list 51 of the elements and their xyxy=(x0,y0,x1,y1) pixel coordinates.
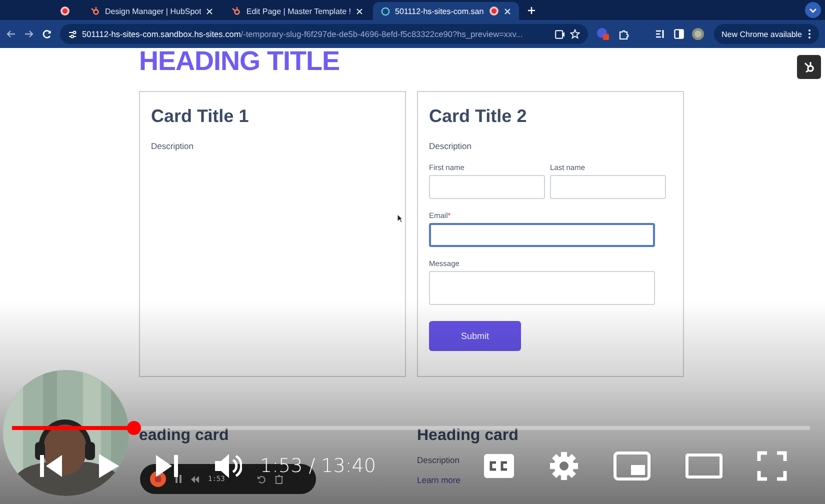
trash-icon[interactable] xyxy=(274,474,283,484)
page-heading: HEADING TITLE xyxy=(139,48,340,74)
close-icon[interactable] xyxy=(504,8,511,14)
close-icon[interactable] xyxy=(356,8,364,14)
captions-icon[interactable] xyxy=(483,453,515,479)
update-button[interactable]: New Chrome available xyxy=(714,24,819,44)
side-panel-icon[interactable] xyxy=(674,29,684,39)
star-icon[interactable] xyxy=(570,29,580,39)
card-description: Description xyxy=(417,455,461,465)
input-field[interactable] xyxy=(429,223,655,247)
submit-button[interactable]: Submit xyxy=(429,321,521,351)
card-description: Description xyxy=(429,141,473,151)
puzzle-icon[interactable] xyxy=(618,28,629,40)
settings-icon[interactable] xyxy=(549,451,579,481)
reading-list-icon[interactable] xyxy=(655,29,666,39)
previous-icon[interactable] xyxy=(38,453,64,479)
close-icon[interactable] xyxy=(206,8,214,14)
sprocket-icon xyxy=(231,6,242,16)
more-icon xyxy=(808,29,811,39)
tab-search-icon[interactable] xyxy=(805,2,821,18)
extension-icon[interactable] xyxy=(596,27,610,41)
miniplayer-icon[interactable] xyxy=(613,451,651,481)
sprocket-icon[interactable] xyxy=(797,55,821,79)
sprocket-icon xyxy=(90,6,100,16)
card-description: Description xyxy=(151,141,195,151)
card-title: Card Title 2 xyxy=(429,106,528,127)
theater-mode-icon[interactable] xyxy=(685,453,723,479)
undo-icon[interactable] xyxy=(256,474,266,484)
forward-icon[interactable] xyxy=(24,29,34,39)
pause-icon[interactable] xyxy=(175,475,182,483)
cast-icon[interactable] xyxy=(555,30,565,38)
card-title: Card Title 1 xyxy=(151,106,250,127)
play-icon[interactable] xyxy=(98,453,120,479)
next-icon[interactable] xyxy=(154,453,180,479)
back-icon[interactable] xyxy=(6,29,16,39)
avatar-icon[interactable] xyxy=(692,28,704,40)
browser-tab[interactable]: Edit Page | Master Template ! xyxy=(223,2,372,20)
card-heading: eading card xyxy=(139,427,230,445)
reload-icon[interactable] xyxy=(42,29,52,39)
address-bar[interactable]: 501112-hs-sites-com.sandbox.hs-sites.com/-temporary-slug-f6f297de-de5b-4696-8efd-f5c83322ce90?hs_preview=xxv... xyxy=(60,24,588,44)
fullscreen-icon[interactable] xyxy=(757,451,787,481)
url-text: 501112-hs-sites-com.sandbox.hs-sites.com/-temporary-slug-f6f297de-de5b-4696-8efd-f5c83322ce90?hs_preview=xxv... xyxy=(82,29,523,39)
site-settings-icon[interactable] xyxy=(68,30,77,38)
rewind-icon[interactable] xyxy=(191,476,199,482)
learn-more-link[interactable]: Learn more xyxy=(417,475,460,485)
message-field[interactable] xyxy=(429,271,655,305)
cursor-icon xyxy=(397,214,403,223)
browser-tab[interactable]: 501112-hs-sites-com.san xyxy=(373,2,519,20)
new-tab-icon[interactable] xyxy=(526,6,536,14)
browser-tab[interactable]: Design Manager | HubSpot xyxy=(82,2,222,20)
card-heading: Heading card xyxy=(417,427,520,445)
